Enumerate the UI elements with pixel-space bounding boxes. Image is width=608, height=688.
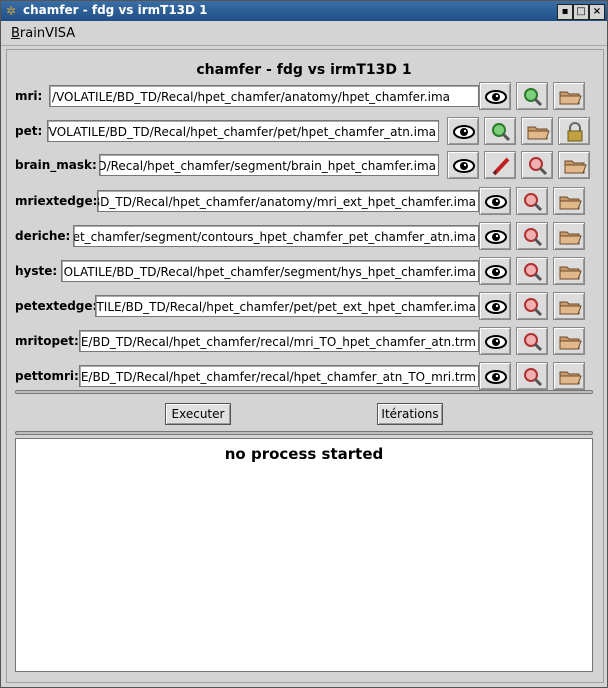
- param-row-2: pet: /VOLATILE/BD_TD/Recal/hpet_chamfer/p…: [1, 116, 607, 146]
- app-gear-icon[interactable]: ✲: [4, 4, 18, 18]
- view-button[interactable]: [479, 187, 511, 215]
- main-window: ✲ chamfer - fdg vs irmT13D 1 ▪ □ × Brain…: [0, 0, 608, 688]
- browse-button[interactable]: [553, 82, 585, 110]
- param-row-1: mri: /VOLATILE/BD_TD/Recal/hpet_chamfer/a…: [1, 81, 607, 111]
- search-button[interactable]: [516, 187, 548, 215]
- param-row-3: brain_mask: TD/Recal/hpet_chamfer/segment…: [1, 150, 607, 180]
- param-path-field[interactable]: .E/BD_TD/Recal/hpet_chamfer/recal/mri_TO…: [79, 330, 479, 352]
- param-label: pettomri:: [15, 369, 79, 383]
- view-button[interactable]: [479, 327, 511, 355]
- browse-button[interactable]: [558, 151, 590, 179]
- search-button[interactable]: [516, 222, 548, 250]
- param-path-text: hpet_chamfer/segment/contours_hpet_chamf…: [73, 230, 476, 244]
- menu-brainvisa-mnemonic: B: [11, 26, 20, 41]
- param-label: mritopet:: [15, 334, 79, 348]
- param-path-field[interactable]: /VOLATILE/BD_TD/Recal/hpet_chamfer/anato…: [49, 85, 479, 107]
- view-button[interactable]: [479, 82, 511, 110]
- maximize-button[interactable]: □: [573, 4, 589, 20]
- browse-button[interactable]: [553, 187, 585, 215]
- browse-button[interactable]: [553, 292, 585, 320]
- param-label: pet:: [15, 124, 43, 138]
- param-path-field[interactable]: TD/Recal/hpet_chamfer/segment/brain_hpet…: [99, 154, 439, 176]
- param-row-6: hyste: OLATILE/BD_TD/Recal/hpet_chamfer/s…: [1, 256, 607, 286]
- view-button[interactable]: [447, 151, 479, 179]
- param-path-field[interactable]: BD_TD/Recal/hpet_chamfer/anatomy/mri_ext…: [97, 190, 479, 212]
- menu-bar: BrainVISA: [1, 21, 607, 46]
- menu-brainvisa-rest: rainVISA: [19, 26, 76, 41]
- param-label: mri:: [15, 89, 43, 103]
- param-row-5: deriche: hpet_chamfer/segment/contours_hp…: [1, 221, 607, 251]
- param-path-field[interactable]: ,TILE/BD_TD/Recal/hpet_chamfer/pet/pet_e…: [95, 295, 479, 317]
- browse-button[interactable]: [553, 327, 585, 355]
- param-path-text: /VOLATILE/BD_TD/Recal/hpet_chamfer/pet/h…: [47, 125, 436, 139]
- search-button[interactable]: [516, 292, 548, 320]
- menu-brainvisa[interactable]: BrainVISA: [11, 26, 75, 41]
- browse-button[interactable]: [553, 257, 585, 285]
- search-button[interactable]: [516, 327, 548, 355]
- edit-button[interactable]: [484, 151, 516, 179]
- execute-button[interactable]: Executer: [165, 403, 231, 425]
- window-title: chamfer - fdg vs irmT13D 1: [23, 3, 208, 17]
- param-path-field[interactable]: hpet_chamfer/segment/contours_hpet_chamf…: [73, 225, 479, 247]
- search-button[interactable]: [516, 82, 548, 110]
- browse-button[interactable]: [553, 362, 585, 390]
- process-title: chamfer - fdg vs irmT13D 1: [196, 62, 412, 78]
- param-path-field[interactable]: /VOLATILE/BD_TD/Recal/hpet_chamfer/pet/h…: [47, 120, 439, 142]
- param-row-8: mritopet: .E/BD_TD/Recal/hpet_chamfer/rec…: [1, 326, 607, 356]
- minimize-button[interactable]: ▪: [557, 4, 573, 20]
- param-path-text: .E/BD_TD/Recal/hpet_chamfer/recal/mri_TO…: [79, 335, 476, 349]
- log-message: no process started: [224, 445, 384, 463]
- param-path-text: ,TILE/BD_TD/Recal/hpet_chamfer/pet/pet_e…: [95, 300, 476, 314]
- param-path-text: TD/Recal/hpet_chamfer/segment/brain_hpet…: [99, 159, 436, 173]
- view-button[interactable]: [479, 362, 511, 390]
- top-separator[interactable]: [15, 390, 593, 394]
- view-button[interactable]: [479, 222, 511, 250]
- param-row-9: pettomri: .E/BD_TD/Recal/hpet_chamfer/rec…: [1, 361, 607, 391]
- browse-button[interactable]: [521, 117, 553, 145]
- view-button[interactable]: [479, 292, 511, 320]
- param-path-text: /VOLATILE/BD_TD/Recal/hpet_chamfer/anato…: [52, 90, 451, 104]
- param-label: deriche:: [15, 229, 71, 243]
- close-button[interactable]: ×: [589, 4, 605, 20]
- param-label: mriextedge:: [15, 194, 98, 208]
- title-bar[interactable]: ✲ chamfer - fdg vs irmT13D 1 ▪ □ ×: [1, 1, 607, 21]
- param-row-7: petextedge: ,TILE/BD_TD/Recal/hpet_chamfe…: [1, 291, 607, 321]
- splitter-handle[interactable]: [15, 431, 593, 435]
- param-label: brain_mask:: [15, 158, 97, 172]
- search-button[interactable]: [516, 257, 548, 285]
- search-button[interactable]: [484, 117, 516, 145]
- iterations-button[interactable]: Itérations: [377, 403, 443, 425]
- process-log[interactable]: no process started: [15, 438, 593, 672]
- param-path-field[interactable]: .E/BD_TD/Recal/hpet_chamfer/recal/hpet_c…: [79, 365, 479, 387]
- param-label: petextedge:: [15, 299, 98, 313]
- search-button[interactable]: [521, 151, 553, 179]
- param-path-text: .E/BD_TD/Recal/hpet_chamfer/recal/hpet_c…: [79, 370, 476, 384]
- param-path-text: OLATILE/BD_TD/Recal/hpet_chamfer/segment…: [63, 265, 476, 279]
- param-path-field[interactable]: OLATILE/BD_TD/Recal/hpet_chamfer/segment…: [61, 260, 479, 282]
- param-path-text: BD_TD/Recal/hpet_chamfer/anatomy/mri_ext…: [97, 195, 476, 209]
- view-button[interactable]: [479, 257, 511, 285]
- browse-button[interactable]: [553, 222, 585, 250]
- param-row-4: mriextedge: BD_TD/Recal/hpet_chamfer/anat…: [1, 186, 607, 216]
- lock-button[interactable]: [558, 117, 590, 145]
- param-label: hyste:: [15, 264, 58, 278]
- view-button[interactable]: [447, 117, 479, 145]
- search-button[interactable]: [516, 362, 548, 390]
